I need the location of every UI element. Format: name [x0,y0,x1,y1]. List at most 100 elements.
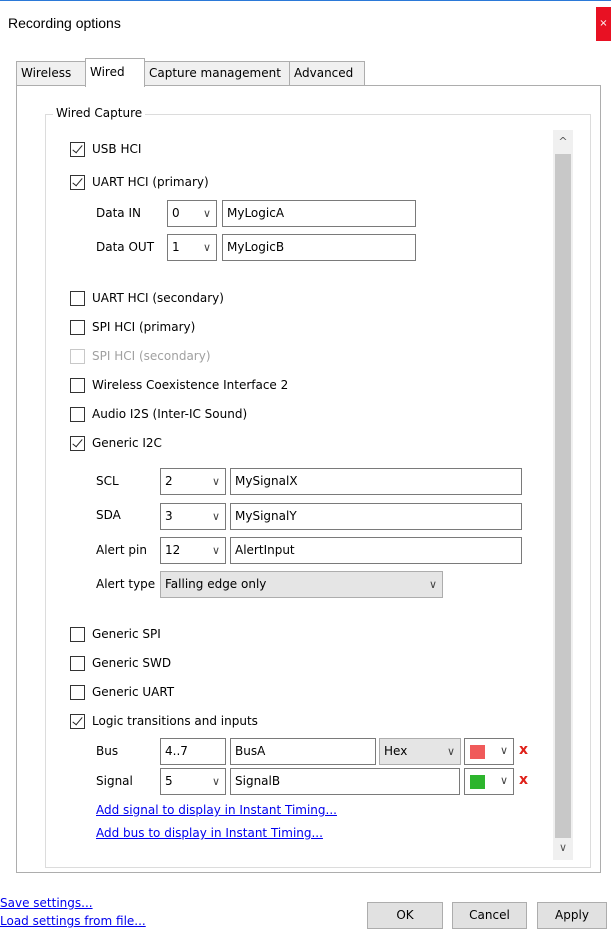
chevron-down-icon: ∨ [202,207,211,220]
generic-spi-checkbox[interactable] [70,626,85,642]
data-in-channel-value: 0 [172,206,180,220]
logic-transitions-option[interactable]: Logic transitions and inputs [70,712,258,730]
generic-swd-label: Generic SWD [92,656,172,670]
scroll-down-icon[interactable]: ∨ [553,838,573,858]
usb-hci-checkbox[interactable] [70,141,85,157]
bus-color-select[interactable]: ∨ [464,738,514,765]
uart-hci-primary-label: UART HCI (primary) [92,175,209,189]
chevron-down-icon: ∨ [428,578,437,591]
spi-hci-primary-checkbox[interactable] [70,319,85,335]
generic-i2c-option[interactable]: Generic I2C [70,434,162,452]
scroll-thumb[interactable] [555,154,571,838]
signal-channel-value: 5 [165,774,173,788]
add-bus-link[interactable]: Add bus to display in Instant Timing... [96,826,323,840]
generic-spi-option[interactable]: Generic SPI [70,625,161,643]
alert-type-select[interactable]: Falling edge only ∨ [160,571,443,598]
close-icon[interactable]: × [596,7,611,41]
alert-pin-name-input[interactable]: AlertInput [230,537,522,564]
data-out-channel-value: 1 [172,240,180,254]
chevron-down-icon: ∨ [446,745,455,758]
signal-name-input[interactable]: SignalB [230,768,460,795]
usb-hci-option[interactable]: USB HCI [70,140,141,158]
sda-label: SDA [96,508,121,522]
signal-color-swatch [470,775,485,789]
remove-signal-icon[interactable]: x [519,772,528,788]
chevron-down-icon: ∨ [499,774,508,787]
scroll-up-icon[interactable]: ^ [553,132,573,152]
chevron-down-icon: ∨ [211,544,220,557]
group-label: Wired Capture [53,106,146,120]
bus-color-swatch [470,745,485,759]
generic-i2c-label: Generic I2C [92,436,162,450]
generic-uart-option[interactable]: Generic UART [70,683,174,701]
add-signal-link[interactable]: Add signal to display in Instant Timing.… [96,803,337,817]
save-settings-link[interactable]: Save settings... [0,896,93,910]
audio-i2s-option[interactable]: Audio I2S (Inter-IC Sound) [70,405,247,423]
title-bar: Recording options × [0,0,611,46]
bus-range-input[interactable]: 4..7 [160,738,226,765]
sda-channel-value: 3 [165,509,173,523]
generic-swd-option[interactable]: Generic SWD [70,654,171,672]
data-out-label: Data OUT [96,240,155,254]
signal-color-select[interactable]: ∨ [464,768,514,795]
scl-label: SCL [96,474,119,488]
sda-name-input[interactable]: MySignalY [230,503,522,530]
vertical-scrollbar[interactable]: ^ ∨ [553,130,573,860]
scl-channel-value: 2 [165,474,173,488]
uart-hci-primary-checkbox[interactable] [70,174,85,190]
chevron-down-icon: ∨ [211,775,220,788]
wci2-checkbox[interactable] [70,377,85,393]
audio-i2s-checkbox[interactable] [70,406,85,422]
data-out-name-input[interactable]: MyLogicB [222,234,416,261]
spi-hci-secondary-checkbox [70,348,85,364]
generic-i2c-checkbox[interactable] [70,435,85,451]
spi-hci-secondary-option: SPI HCI (secondary) [70,347,211,365]
tab-wired[interactable]: Wired [85,58,145,87]
usb-hci-label: USB HCI [92,142,142,156]
data-in-name-input[interactable]: MyLogicA [222,200,416,227]
uart-hci-primary-option[interactable]: UART HCI (primary) [70,173,209,191]
alert-pin-channel-value: 12 [165,543,181,557]
signal-label: Signal [96,774,133,788]
uart-hci-secondary-option[interactable]: UART HCI (secondary) [70,289,224,307]
chevron-down-icon: ∨ [202,241,211,254]
tab-wireless[interactable]: Wireless [16,61,86,86]
apply-button[interactable]: Apply [537,902,607,929]
generic-swd-checkbox[interactable] [70,655,85,671]
data-in-channel-select[interactable]: 0 ∨ [167,200,217,227]
window-title: Recording options [8,15,121,31]
spi-hci-secondary-label: SPI HCI (secondary) [92,349,211,363]
alert-type-value: Falling edge only [165,577,267,591]
logic-transitions-label: Logic transitions and inputs [92,714,258,728]
uart-hci-secondary-checkbox[interactable] [70,290,85,306]
load-settings-link[interactable]: Load settings from file... [0,914,146,928]
data-in-label: Data IN [96,206,141,220]
wci2-option[interactable]: Wireless Coexistence Interface 2 [70,376,288,394]
ok-button[interactable]: OK [367,902,443,929]
tab-capture-management[interactable]: Capture management [144,61,290,86]
cancel-button[interactable]: Cancel [452,902,527,929]
logic-transitions-checkbox[interactable] [70,713,85,729]
bus-format-value: Hex [384,744,408,758]
scl-channel-select[interactable]: 2 ∨ [160,468,226,495]
generic-uart-checkbox[interactable] [70,684,85,700]
wci2-label: Wireless Coexistence Interface 2 [92,378,289,392]
chevron-down-icon: ∨ [211,510,220,523]
spi-hci-primary-label: SPI HCI (primary) [92,320,196,334]
sda-channel-select[interactable]: 3 ∨ [160,503,226,530]
scl-name-input[interactable]: MySignalX [230,468,522,495]
bus-format-select[interactable]: Hex ∨ [379,738,461,765]
bus-name-input[interactable]: BusA [230,738,376,765]
chevron-down-icon: ∨ [211,475,220,488]
generic-uart-label: Generic UART [92,685,175,699]
signal-channel-select[interactable]: 5 ∨ [160,768,226,795]
alert-type-label: Alert type [96,577,156,591]
audio-i2s-label: Audio I2S (Inter-IC Sound) [92,407,248,421]
spi-hci-primary-option[interactable]: SPI HCI (primary) [70,318,195,336]
bus-label: Bus [96,744,119,758]
generic-spi-label: Generic SPI [92,627,161,641]
data-out-channel-select[interactable]: 1 ∨ [167,234,217,261]
tab-advanced[interactable]: Advanced [289,61,365,86]
alert-pin-channel-select[interactable]: 12 ∨ [160,537,226,564]
remove-bus-icon[interactable]: x [519,742,528,758]
